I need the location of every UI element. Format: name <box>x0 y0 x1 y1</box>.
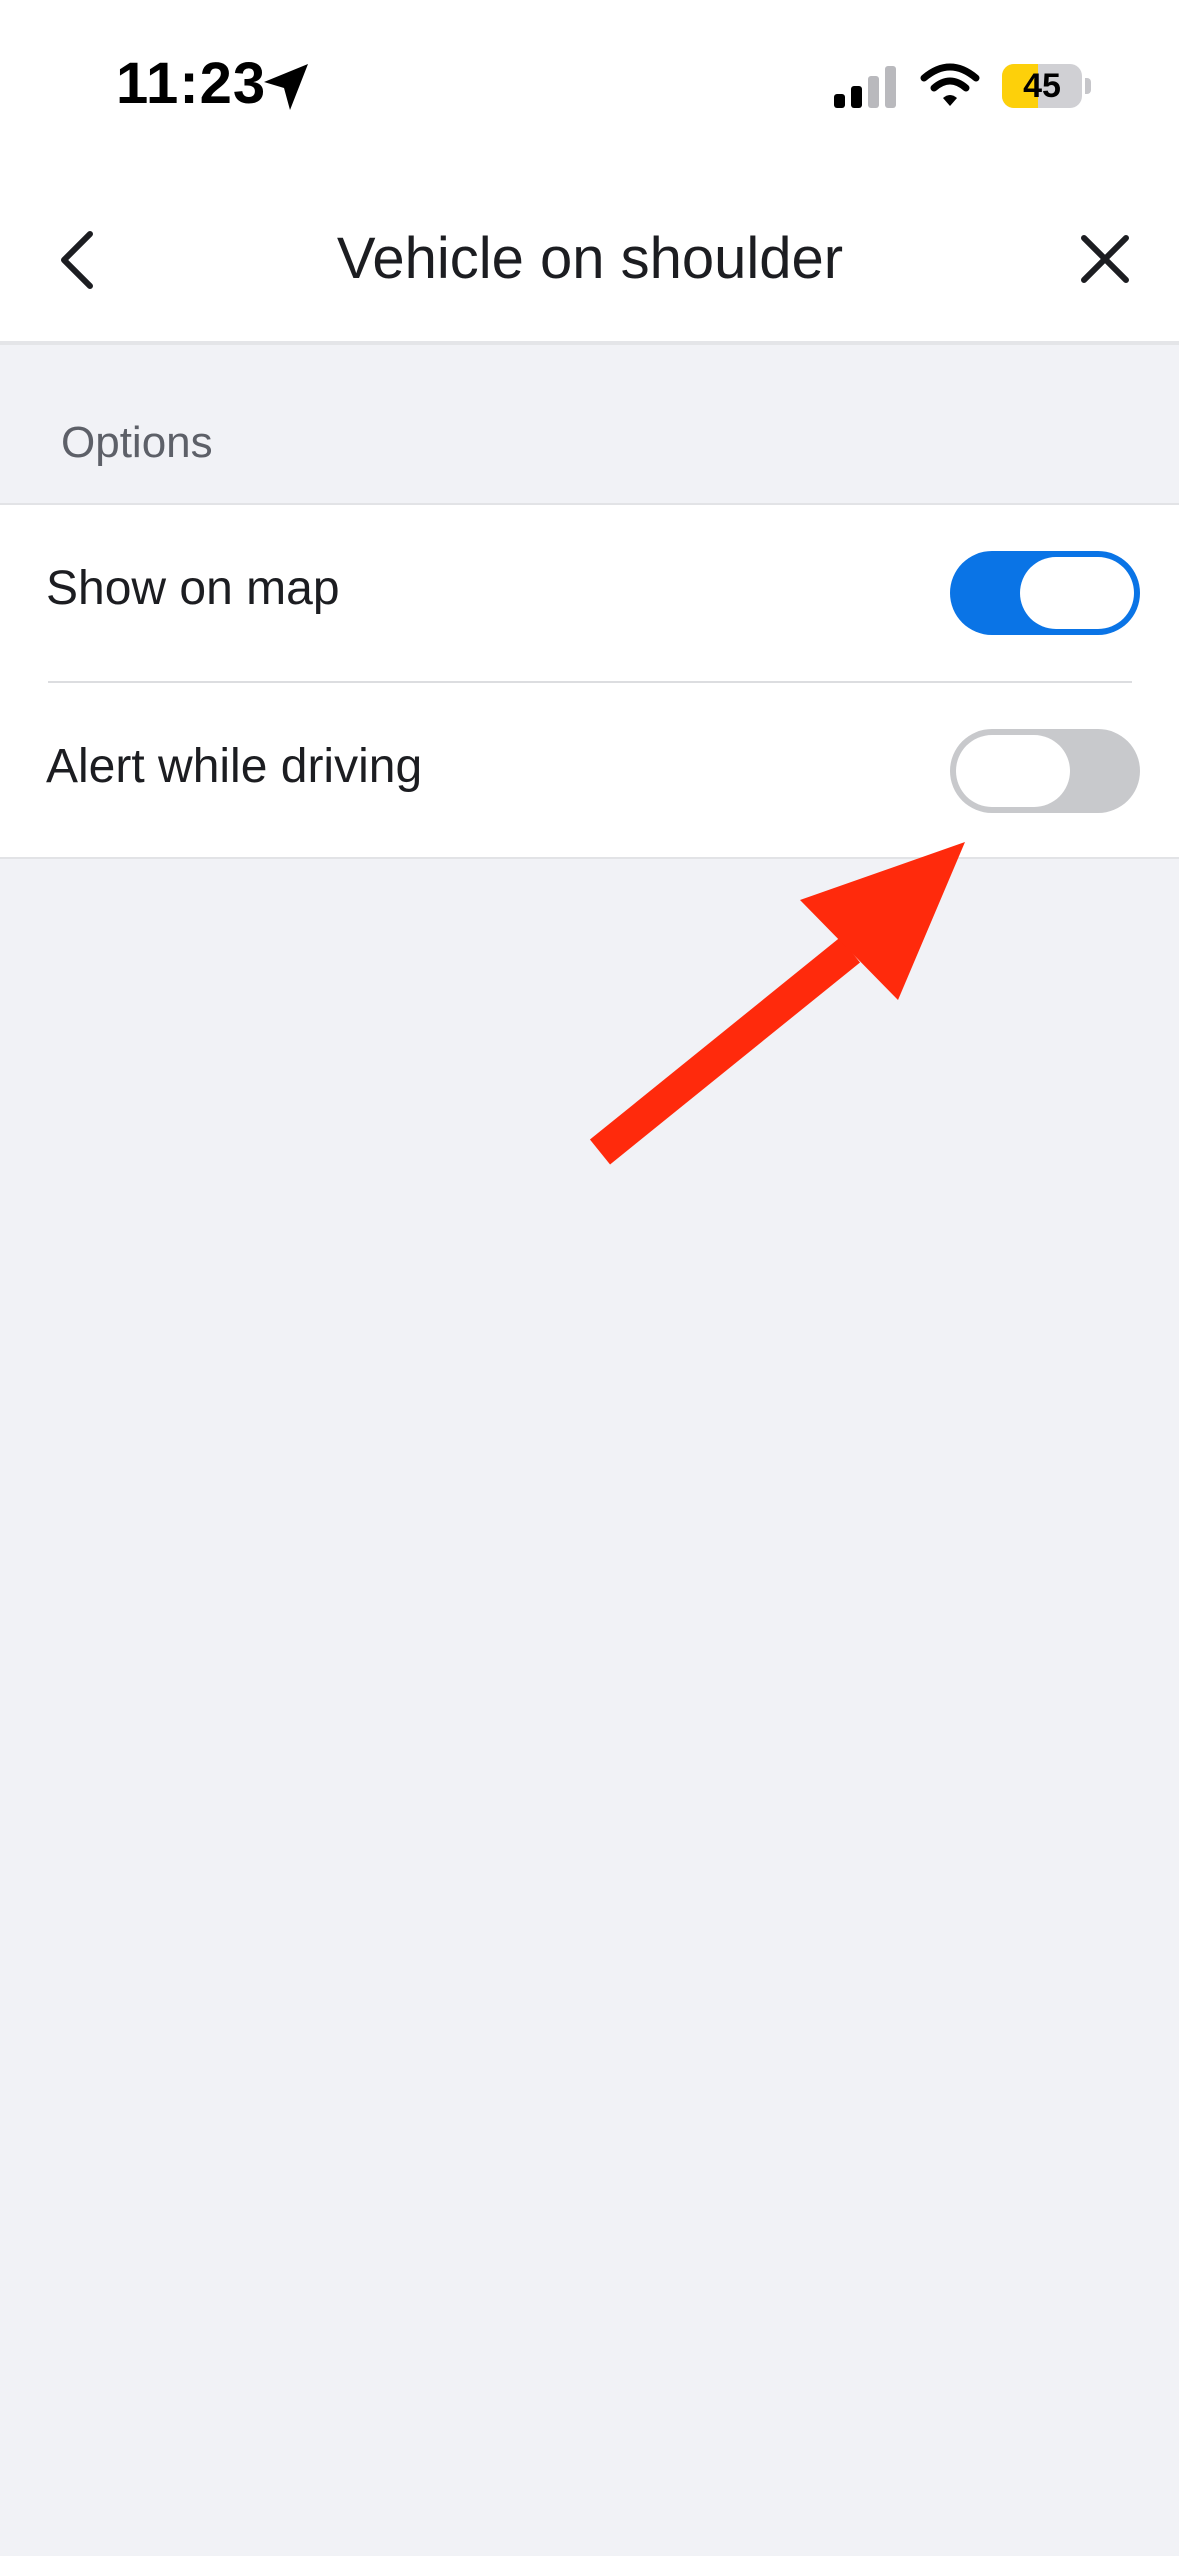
close-icon <box>1081 235 1129 283</box>
page-title: Vehicle on shoulder <box>336 226 844 291</box>
battery-icon: 45 <box>1002 64 1082 108</box>
option-row-alert-while-driving: Alert while driving <box>0 683 1179 859</box>
wifi-icon <box>920 63 980 106</box>
toggle-knob <box>1020 557 1134 629</box>
location-arrow-icon <box>264 64 308 110</box>
section-label-options: Options <box>61 418 213 467</box>
toggle-knob <box>956 735 1070 807</box>
status-time: 11:23 <box>116 51 267 116</box>
cellular-signal-icon <box>834 66 896 108</box>
show-on-map-toggle[interactable] <box>950 551 1140 635</box>
close-button[interactable] <box>1070 222 1140 298</box>
alert-while-driving-toggle[interactable] <box>950 729 1140 813</box>
battery-cap <box>1085 78 1091 94</box>
option-row-show-on-map: Show on map <box>0 505 1179 683</box>
back-button[interactable] <box>40 220 110 300</box>
chevron-left-icon <box>61 231 93 289</box>
option-label: Show on map <box>46 562 340 615</box>
top-bar: 11:23 45 Vehicle on shoulder <box>0 0 1179 345</box>
battery-level: 45 <box>1023 67 1061 105</box>
option-label: Alert while driving <box>46 740 423 793</box>
options-card: Show on map Alert while driving <box>0 503 1179 859</box>
